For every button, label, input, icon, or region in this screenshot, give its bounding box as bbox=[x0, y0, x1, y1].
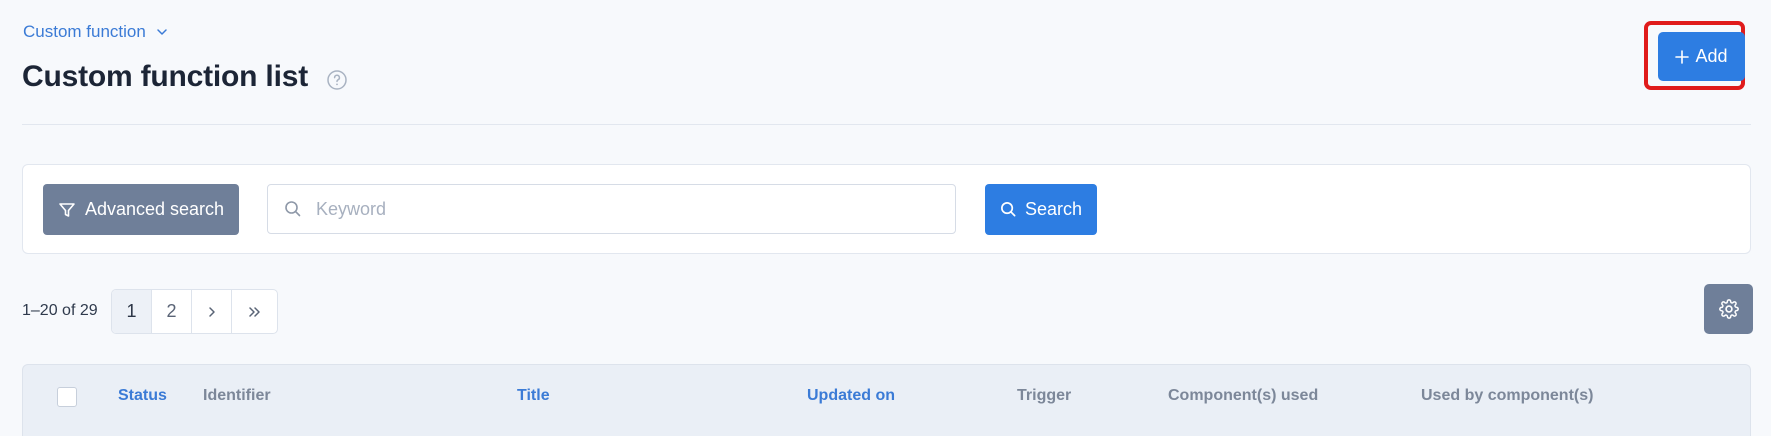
column-status[interactable]: Status bbox=[118, 387, 167, 405]
header-divider bbox=[22, 124, 1751, 125]
column-trigger: Trigger bbox=[1017, 387, 1072, 404]
help-circle-icon[interactable] bbox=[326, 69, 348, 91]
select-all-checkbox[interactable] bbox=[57, 387, 77, 407]
table-header: Status Identifier Title Updated on Trigg… bbox=[22, 364, 1751, 436]
add-button-label: Add bbox=[1695, 46, 1728, 66]
breadcrumb[interactable]: Custom function bbox=[23, 22, 168, 42]
next-page-button[interactable] bbox=[192, 290, 232, 333]
last-page-button[interactable] bbox=[232, 290, 277, 333]
page-title: Custom function list bbox=[22, 60, 308, 93]
pagination: 1 2 bbox=[111, 289, 278, 334]
chevron-right-icon bbox=[208, 306, 215, 317]
search-button-label: Search bbox=[1024, 199, 1083, 219]
search-panel: Advanced search Search bbox=[22, 164, 1751, 254]
column-components-used: Component(s) used bbox=[1168, 387, 1319, 404]
search-button[interactable]: Search bbox=[985, 184, 1097, 235]
plus-icon bbox=[1675, 49, 1690, 64]
advanced-search-label: Advanced search bbox=[84, 199, 225, 219]
breadcrumb-label: Custom function bbox=[23, 22, 146, 41]
gear-icon bbox=[1718, 299, 1739, 319]
search-icon bbox=[285, 201, 301, 217]
column-used-by-components: Used by component(s) bbox=[1421, 387, 1594, 404]
column-identifier: Identifier bbox=[203, 387, 271, 404]
column-title[interactable]: Title bbox=[517, 387, 550, 405]
column-updated-on[interactable]: Updated on bbox=[807, 387, 895, 405]
page-1-button[interactable]: 1 bbox=[112, 290, 152, 333]
result-range: 1–20 of 29 bbox=[22, 302, 98, 319]
page-header: Custom function list bbox=[22, 60, 348, 94]
add-button[interactable]: Add bbox=[1658, 32, 1745, 81]
advanced-search-button[interactable]: Advanced search bbox=[43, 184, 239, 235]
table-settings-button[interactable] bbox=[1704, 284, 1753, 334]
page-2-button[interactable]: 2 bbox=[152, 290, 192, 333]
chevron-down-icon bbox=[157, 29, 167, 35]
double-chevron-right-icon bbox=[248, 306, 260, 317]
search-icon bbox=[1001, 202, 1016, 217]
filter-icon bbox=[59, 202, 75, 217]
keyword-input[interactable] bbox=[316, 198, 916, 220]
keyword-field[interactable] bbox=[267, 184, 956, 234]
